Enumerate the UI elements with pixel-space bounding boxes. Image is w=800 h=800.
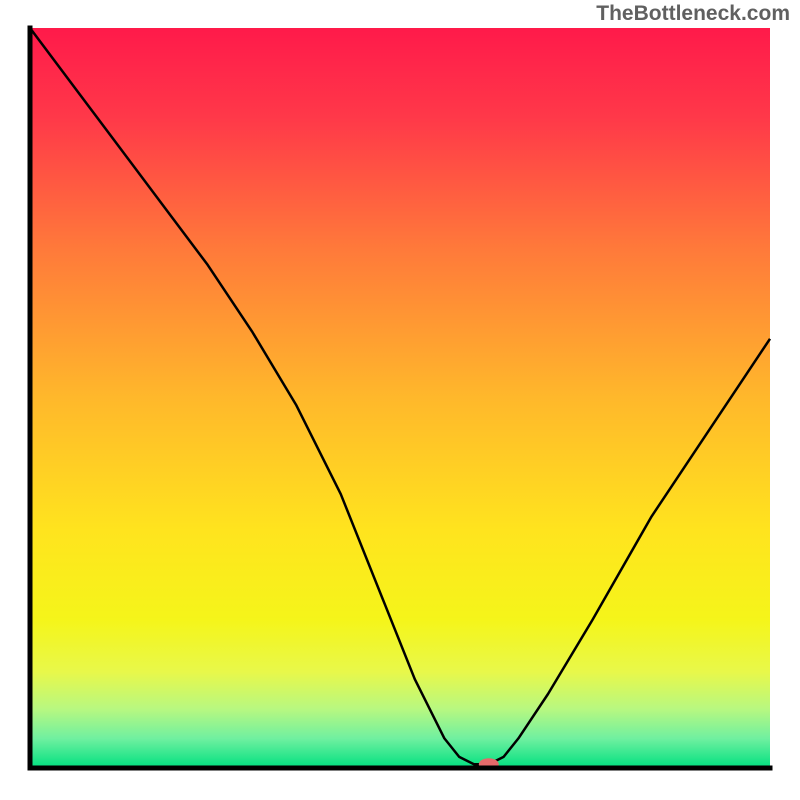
chart-container: TheBottleneck.com <box>0 0 800 800</box>
plot-background <box>30 28 770 768</box>
bottleneck-chart <box>0 0 800 800</box>
watermark: TheBottleneck.com <box>596 2 790 26</box>
